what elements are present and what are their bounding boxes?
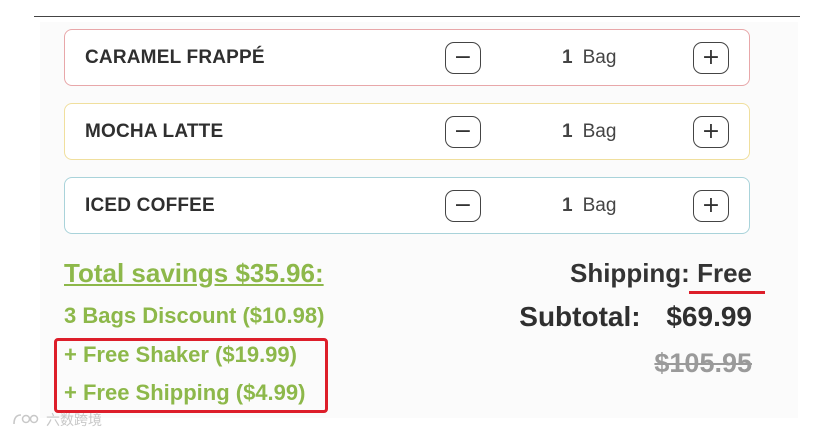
shipping-label: Shipping: — [569, 258, 690, 288]
watermark-text: 六数跨境 — [46, 413, 102, 429]
quantity-value: 1 — [562, 194, 573, 216]
subtotal-summary: Subtotal: $69.99 — [519, 301, 752, 333]
highlight-underline — [689, 291, 765, 294]
increase-quantity-button[interactable]: + — [693, 42, 729, 74]
item-name: MOCHA LATTE — [85, 120, 224, 142]
cart-item-mocha-latte: MOCHA LATTE − 1 Bag + — [64, 103, 750, 160]
bags-discount-line: 3 Bags Discount ($10.98) — [64, 303, 325, 328]
original-price: $105.95 — [654, 348, 752, 378]
quantity-unit: Bag — [582, 46, 617, 68]
quantity-display: 1 Bag — [562, 178, 616, 233]
watermark: 六数跨境 — [12, 410, 102, 430]
quantity-value: 1 — [562, 46, 573, 68]
subtotal-label: Subtotal: — [519, 301, 641, 332]
item-name: CARAMEL FRAPPÉ — [85, 46, 265, 68]
decrease-quantity-button[interactable]: − — [445, 116, 481, 148]
shipping-summary: Shipping: Free — [570, 258, 752, 289]
subtotal-value: $69.99 — [666, 301, 752, 332]
increase-quantity-button[interactable]: + — [693, 116, 729, 148]
quantity-unit: Bag — [582, 194, 617, 216]
top-divider — [34, 16, 800, 17]
cart-item-caramel-frappe: CARAMEL FRAPPÉ − 1 Bag + — [64, 29, 750, 86]
quantity-unit: Bag — [582, 120, 617, 142]
logo-mark-icon — [13, 414, 39, 425]
item-name: ICED COFFEE — [85, 194, 215, 216]
quantity-display: 1 Bag — [562, 30, 616, 85]
decrease-quantity-button[interactable]: − — [445, 42, 481, 74]
decrease-quantity-button[interactable]: − — [445, 190, 481, 222]
increase-quantity-button[interactable]: + — [693, 190, 729, 222]
cart-item-iced-coffee: ICED COFFEE − 1 Bag + — [64, 177, 750, 234]
highlight-annotation-box — [54, 338, 328, 413]
quantity-display: 1 Bag — [562, 104, 616, 159]
shipping-value: Free — [697, 258, 752, 288]
total-savings-heading: Total savings $35.96: — [64, 258, 324, 288]
quantity-value: 1 — [562, 120, 573, 142]
